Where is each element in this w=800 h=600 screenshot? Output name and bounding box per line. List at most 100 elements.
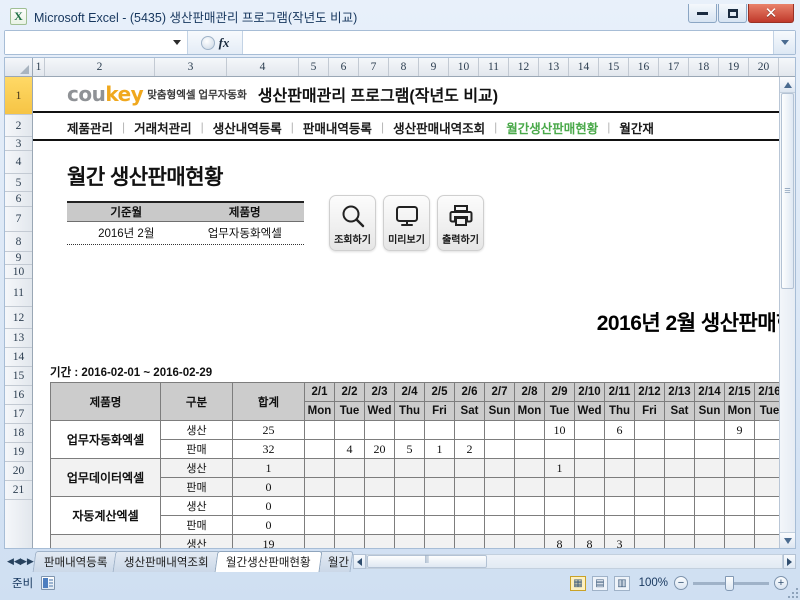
column-header-15[interactable]: 15 bbox=[599, 58, 629, 76]
filter-value-제품명[interactable]: 업무자동화엑셀 bbox=[186, 222, 305, 244]
print-button[interactable]: 출력하기 bbox=[437, 195, 484, 251]
row-header-2[interactable]: 2 bbox=[5, 115, 32, 137]
page-break-icon[interactable]: ▥ bbox=[614, 575, 630, 591]
column-header-11[interactable]: 11 bbox=[479, 58, 509, 76]
row-header-20[interactable]: 20 bbox=[5, 462, 32, 481]
column-header-6[interactable]: 6 bbox=[329, 58, 359, 76]
col-header-kind: 구분 bbox=[160, 382, 233, 421]
column-header-5[interactable]: 5 bbox=[299, 58, 329, 76]
cell-0-14: 9 bbox=[724, 420, 755, 440]
last-sheet-button[interactable]: ▶▶ bbox=[20, 556, 34, 567]
row-header-9[interactable]: 9 bbox=[5, 252, 32, 265]
column-header-17[interactable]: 17 bbox=[659, 58, 689, 76]
column-header-19[interactable]: 19 bbox=[719, 58, 749, 76]
cell-product-6 bbox=[50, 534, 161, 548]
row-header-18[interactable]: 18 bbox=[5, 424, 32, 443]
row-header-11[interactable]: 11 bbox=[5, 279, 32, 307]
sheet-tab-월간재고현황[interactable]: 월간 bbox=[316, 551, 354, 572]
column-header-16[interactable]: 16 bbox=[629, 58, 659, 76]
row-header-3[interactable]: 3 bbox=[5, 137, 32, 151]
column-header-13[interactable]: 13 bbox=[539, 58, 569, 76]
cell-4-0 bbox=[304, 496, 335, 516]
row-header-5[interactable]: 5 bbox=[5, 174, 32, 192]
row-header-21[interactable]: 21 bbox=[5, 481, 32, 500]
row-header-17[interactable]: 17 bbox=[5, 405, 32, 424]
first-sheet-button[interactable]: ◀◀ bbox=[7, 556, 21, 567]
cell-5-14 bbox=[724, 515, 755, 535]
horizontal-scrollbar-track[interactable] bbox=[365, 554, 783, 569]
zoom-slider[interactable]: − + bbox=[674, 575, 788, 591]
cell-1-7 bbox=[514, 439, 545, 459]
row-header-15[interactable]: 15 bbox=[5, 367, 32, 386]
minimize-button[interactable] bbox=[688, 4, 717, 23]
column-header-8[interactable]: 8 bbox=[389, 58, 419, 76]
nav-item-생산내역등록[interactable]: 생산내역등록 bbox=[213, 118, 282, 137]
zoom-level[interactable]: 100% bbox=[636, 577, 668, 589]
cell-4-11 bbox=[634, 496, 665, 516]
row-header-10[interactable]: 10 bbox=[5, 265, 32, 279]
select-all-button[interactable] bbox=[5, 58, 33, 76]
column-header-3[interactable]: 3 bbox=[155, 58, 227, 76]
name-box[interactable] bbox=[5, 31, 188, 54]
cancel-enter-icon[interactable] bbox=[200, 35, 215, 50]
resize-grip[interactable] bbox=[786, 586, 798, 598]
maximize-button[interactable] bbox=[718, 4, 747, 23]
scroll-down-button[interactable] bbox=[780, 532, 795, 548]
row-header-7[interactable]: 7 bbox=[5, 207, 32, 232]
chevron-down-icon[interactable] bbox=[173, 40, 181, 45]
column-header-2[interactable]: 2 bbox=[45, 58, 155, 76]
brand-header: coukey 맞춤형엑셀 업무자동화 생산판매관리 프로그램(작년도 비교) bbox=[33, 77, 795, 113]
nav-item-월간재고현황[interactable]: 월간재 bbox=[619, 118, 654, 137]
row-header-19[interactable]: 19 bbox=[5, 443, 32, 462]
column-header-7[interactable]: 7 bbox=[359, 58, 389, 76]
row-header-4[interactable]: 4 bbox=[5, 151, 32, 174]
vertical-scrollbar[interactable] bbox=[779, 77, 795, 548]
column-header-1[interactable]: 1 bbox=[33, 58, 45, 76]
search-button[interactable]: 조회하기 bbox=[329, 195, 376, 251]
nav-item-생산판매내역조회[interactable]: 생산판매내역조회 bbox=[393, 118, 485, 137]
row-header-14[interactable]: 14 bbox=[5, 348, 32, 367]
zoom-out-button[interactable]: − bbox=[674, 576, 688, 590]
sheet-tab-판매내역등록[interactable]: 판매내역등록 bbox=[32, 551, 119, 572]
table-row: 업무자동화엑셀 생산 25 10 6 9 bbox=[50, 420, 785, 459]
macro-record-icon[interactable] bbox=[41, 576, 56, 590]
zoom-track[interactable] bbox=[693, 575, 769, 591]
scroll-up-button[interactable] bbox=[780, 77, 795, 93]
formula-controls: fx bbox=[188, 31, 243, 54]
column-header-18[interactable]: 18 bbox=[689, 58, 719, 76]
sheet-tab-월간생산판매현황[interactable]: 월간생산판매현황 bbox=[214, 551, 323, 572]
column-header-4[interactable]: 4 bbox=[227, 58, 299, 76]
close-button[interactable]: ✕ bbox=[748, 4, 794, 23]
row-header-13[interactable]: 13 bbox=[5, 329, 32, 348]
sheet-nav-buttons: ◀◀ ▶▶ bbox=[4, 551, 34, 572]
page-layout-icon[interactable]: ▤ bbox=[592, 575, 608, 591]
row-header-1[interactable]: 1 bbox=[5, 77, 32, 115]
expand-formula-bar-button[interactable] bbox=[773, 31, 795, 54]
column-header-10[interactable]: 10 bbox=[449, 58, 479, 76]
column-header-20[interactable]: 20 bbox=[749, 58, 779, 76]
scroll-right-button[interactable] bbox=[783, 554, 796, 569]
nav-item-제품관리[interactable]: 제품관리 bbox=[67, 118, 113, 137]
insert-function-icon[interactable]: fx bbox=[219, 35, 230, 51]
row-header-8[interactable]: 8 bbox=[5, 232, 32, 252]
row-header-16[interactable]: 16 bbox=[5, 386, 32, 405]
column-header-9[interactable]: 9 bbox=[419, 58, 449, 76]
zoom-thumb[interactable] bbox=[725, 575, 734, 591]
formula-input[interactable] bbox=[243, 31, 773, 54]
horizontal-scrollbar-thumb[interactable] bbox=[366, 555, 487, 568]
sheet-tab-생산판매내역조회[interactable]: 생산판매내역조회 bbox=[113, 551, 221, 572]
row-header-12[interactable]: 12 bbox=[5, 307, 32, 329]
filter-value-기준월[interactable]: 2016년 2월 bbox=[67, 222, 186, 244]
row-header-6[interactable]: 6 bbox=[5, 192, 32, 207]
column-header-12[interactable]: 12 bbox=[509, 58, 539, 76]
column-header-14[interactable]: 14 bbox=[569, 58, 599, 76]
cell-0-3 bbox=[394, 420, 425, 440]
vertical-scrollbar-thumb[interactable] bbox=[781, 93, 794, 289]
horizontal-scrollbar[interactable] bbox=[352, 551, 796, 572]
normal-view-icon[interactable]: ▦ bbox=[570, 575, 586, 591]
nav-item-판매내역등록[interactable]: 판매내역등록 bbox=[303, 118, 372, 137]
nav-item-거래처관리[interactable]: 거래처관리 bbox=[134, 118, 192, 137]
preview-button[interactable]: 미리보기 bbox=[383, 195, 430, 251]
scroll-left-button[interactable] bbox=[352, 554, 366, 569]
nav-item-월간생산판매현황[interactable]: 월간생산판매현황 bbox=[506, 118, 598, 137]
